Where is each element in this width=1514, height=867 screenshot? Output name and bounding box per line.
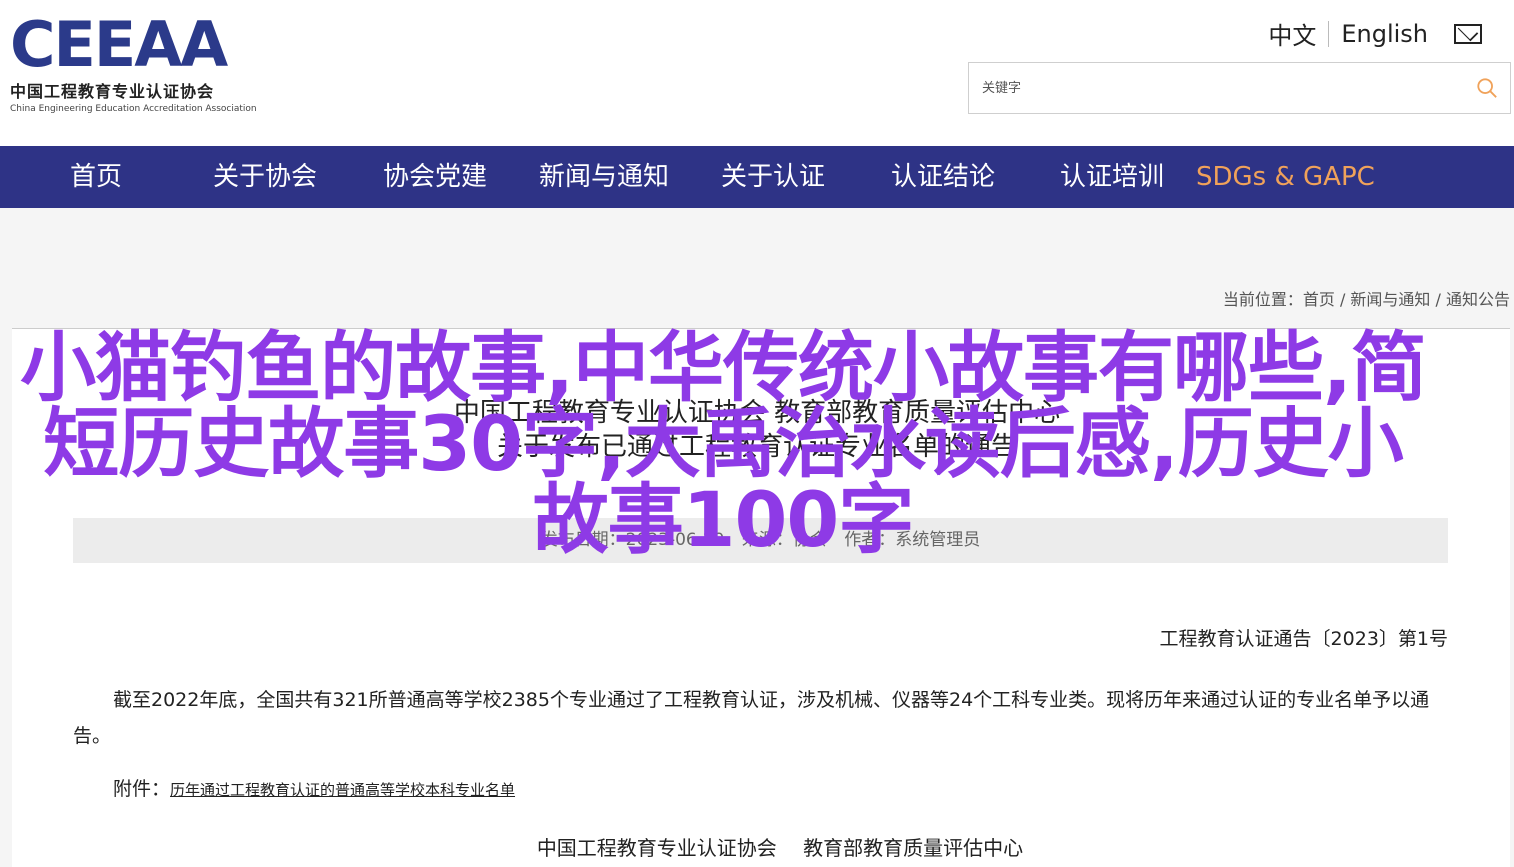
nav-item-home[interactable]: 首页	[70, 146, 122, 208]
search-box	[968, 62, 1511, 114]
signature-center: 教育部教育质量评估中心	[803, 836, 1024, 860]
nav-item-news[interactable]: 新闻与通知	[539, 146, 669, 208]
logo-english-name: China Engineering Education Accreditatio…	[10, 104, 257, 114]
breadcrumb[interactable]: 当前位置：首页 / 新闻与通知 / 通知公告	[1223, 286, 1510, 310]
document-number: 工程教育认证通告〔2023〕第1号	[1159, 628, 1448, 650]
nav-item-accreditation[interactable]: 关于认证	[721, 146, 825, 208]
attachment-label: 附件：	[113, 778, 171, 800]
language-switcher: 中文 English	[1268, 16, 1482, 51]
overlay-headline: 小猫钓鱼的故事,中华传统小故事有哪些,简短历史故事30字,大禹治水读后感,历史小…	[20, 323, 1427, 564]
search-icon[interactable]	[1476, 77, 1498, 99]
nav-item-party[interactable]: 协会党建	[383, 146, 487, 208]
attachment: 附件：历年通过工程教育认证的普通高等学校本科专业名单	[113, 774, 515, 801]
nav-item-results[interactable]: 认证结论	[891, 146, 995, 208]
lang-english-link[interactable]: English	[1341, 20, 1428, 48]
article-paragraph: 截至2022年底，全国共有321所普通高等学校2385个专业通过了工程教育认证，…	[73, 689, 1430, 747]
signature-association: 中国工程教育专业认证协会	[536, 836, 777, 860]
nav-item-sdgs[interactable]: SDGs & GAPC	[1196, 146, 1375, 208]
logo-chinese-name: 中国工程教育专业认证协会	[10, 82, 215, 101]
lang-chinese-link[interactable]: 中文	[1268, 16, 1316, 51]
main-nav: 首页 关于协会 协会党建 新闻与通知 关于认证 认证结论 认证培训 SDGs &…	[0, 146, 1514, 208]
nav-item-about[interactable]: 关于协会	[213, 146, 317, 208]
nav-item-training[interactable]: 认证培训	[1060, 146, 1164, 208]
article-signature: 中国工程教育专业认证协会 教育部教育质量评估中心	[0, 832, 1514, 861]
search-input[interactable]	[969, 63, 1449, 113]
site-header: CEEAA 中国工程教育专业认证协会 China Engineering Edu…	[0, 0, 1514, 146]
attachment-link[interactable]: 历年通过工程教育认证的普通高等学校本科专业名单	[170, 781, 515, 799]
lang-divider	[1328, 20, 1330, 47]
logo-mark: CEEAA	[10, 8, 228, 81]
site-logo[interactable]: CEEAA 中国工程教育专业认证协会 China Engineering Edu…	[10, 8, 270, 115]
mail-icon[interactable]	[1454, 23, 1482, 44]
